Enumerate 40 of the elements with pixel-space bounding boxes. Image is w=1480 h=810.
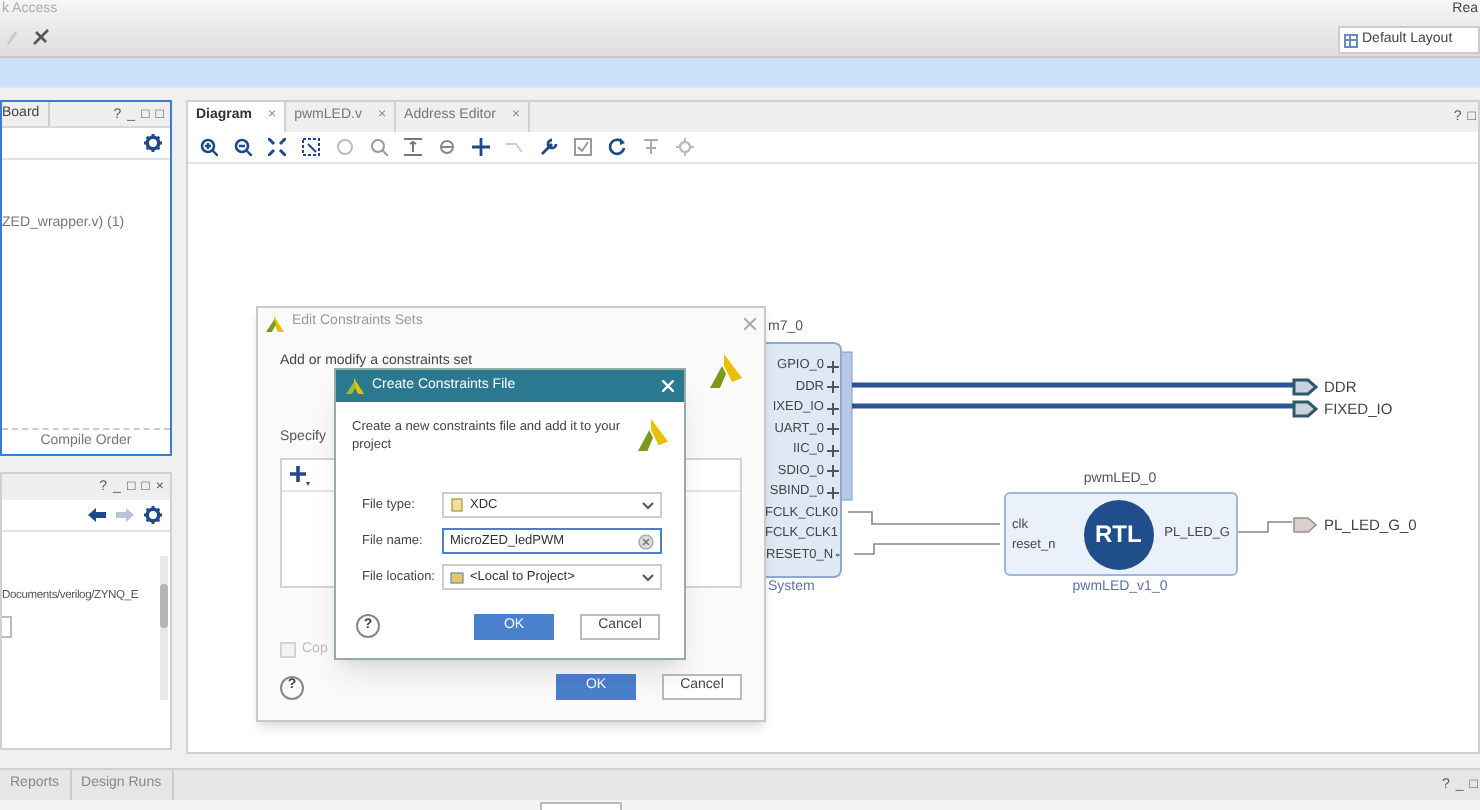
wrench-icon[interactable] <box>540 138 558 156</box>
search-icon[interactable] <box>370 138 388 156</box>
align-icon[interactable] <box>404 138 422 156</box>
expand-icon <box>826 443 840 458</box>
expand-icon <box>826 401 840 416</box>
net-wire <box>1237 521 1293 533</box>
rtl-logo: RTL <box>1083 499 1154 569</box>
logo-icon <box>266 315 284 331</box>
center-icon[interactable] <box>438 138 456 156</box>
folder-icon <box>450 570 464 584</box>
inverted-pin-icon <box>835 548 840 563</box>
pin-cross-icon[interactable] <box>32 28 50 46</box>
chevron-down-icon <box>642 573 654 581</box>
settings-icon[interactable] <box>144 134 162 152</box>
port-icon <box>1292 378 1318 397</box>
text-field[interactable] <box>2 615 12 638</box>
scrollbar[interactable] <box>159 556 167 700</box>
add-icon[interactable] <box>290 465 310 485</box>
expand-icon <box>826 422 840 437</box>
logo-icon <box>638 418 668 452</box>
zoom-in-icon[interactable] <box>200 138 218 156</box>
zoom-area-icon[interactable] <box>302 138 320 156</box>
refresh-icon[interactable] <box>608 138 626 156</box>
add-icon[interactable] <box>472 138 490 156</box>
clear-icon[interactable] <box>638 533 654 549</box>
back-arrow-icon[interactable] <box>88 508 106 522</box>
expand-icon <box>826 464 840 479</box>
expand-icon <box>826 485 840 500</box>
fit-view-icon[interactable] <box>268 138 286 156</box>
logo-icon <box>710 354 742 388</box>
expand-icon <box>826 380 840 395</box>
file-icon <box>450 498 464 512</box>
layout-icon <box>1344 33 1358 47</box>
port-icon <box>1292 400 1318 419</box>
chevron-down-icon <box>642 501 654 509</box>
zoom-out-icon[interactable] <box>234 138 252 156</box>
settings-icon[interactable] <box>144 506 162 524</box>
logo-icon <box>346 378 364 394</box>
validate-icon[interactable] <box>574 138 592 156</box>
expand-icon <box>826 359 840 374</box>
